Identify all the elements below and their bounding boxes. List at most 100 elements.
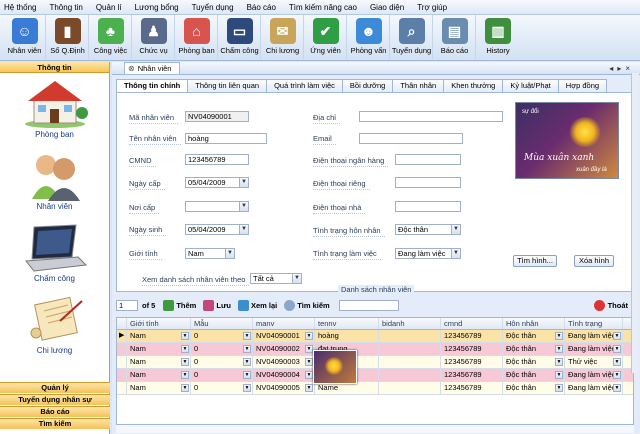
col-header-tennv[interactable]: tennv [315,318,379,329]
table-cell[interactable]: 123456789 [441,356,503,368]
chevron-down-icon[interactable]: ▼ [613,332,621,340]
col-header-mau[interactable]: Mẫu [191,318,253,329]
chevron-down-icon[interactable]: ▼ [181,358,189,366]
toolbar-history-button[interactable]: ▥ History [477,15,519,59]
filter-select[interactable]: Tất cả ▼ [250,273,302,284]
exit-button[interactable]: Thoát [593,299,628,311]
table-cell[interactable]: Nam ▼ [127,330,191,342]
dt-ngan-hang-field[interactable] [395,154,461,165]
chevron-down-icon[interactable]: ▼ [555,371,563,379]
chevron-down-icon[interactable]: ▼ [243,332,251,340]
chevron-down-icon[interactable]: ▼ [613,371,621,379]
table-cell[interactable]: hoàng [315,330,379,342]
col-header-manv[interactable]: manv [253,318,315,329]
table-row[interactable]: ▶ Nam ▼ 0 ▼ NV04090001 ▼ hoàng 123456789 Độc thân… [117,330,633,343]
nav-item-nhan-vien[interactable]: Nhân viên [0,145,109,217]
table-cell[interactable]: 0 ▼ [191,382,253,394]
toolbar-cong-viec-button[interactable]: ♣ Công việc [90,15,132,59]
table-row[interactable]: Nam ▼ 0 ▼ NV04090004 ▼ 123456789 Độc thân ▼ Đang … [117,369,633,382]
table-cell[interactable]: 123456789 [441,369,503,381]
table-cell[interactable]: Độc thân ▼ [503,369,565,381]
col-header-bidanh[interactable]: bidanh [379,318,441,329]
nav-item-phong-ban[interactable]: Phòng ban [0,73,109,145]
table-cell[interactable]: NV04090003 ▼ [253,356,315,368]
save-button[interactable]: Lưu [203,299,231,311]
chevron-down-icon[interactable]: ▼ [305,371,313,379]
hon-nhan-select[interactable]: Độc thân ▼ [395,224,461,235]
chevron-down-icon[interactable]: ▼ [555,345,563,353]
chevron-down-icon[interactable]: ▼ [243,358,251,366]
window-controls[interactable]: ◂▸× [609,64,634,73]
table-cell[interactable]: Độc thân ▼ [503,382,565,394]
tab-boi-duong[interactable]: Bồi dưỡng [341,79,394,92]
table-cell[interactable]: Độc thân ▼ [503,356,565,368]
search-input[interactable] [338,299,399,311]
lam-viec-select[interactable]: Đang làm việc ▼ [395,248,461,259]
nav-group-tuyen-dung[interactable]: Tuyển dụng nhân sự [0,394,110,405]
gioi-tinh-select[interactable]: Nam ▼ [185,248,235,259]
table-cell[interactable]: 123456789 [441,382,503,394]
delete-photo-button[interactable]: Xóa hình [574,255,614,267]
toolbar-phong-ban-button[interactable]: ⌂ Phòng ban [176,15,218,59]
nav-item-chi-luong[interactable]: Chi lương [0,289,109,361]
chevron-down-icon[interactable]: ▼ [613,384,621,392]
dia-chi-field[interactable] [359,111,503,122]
menu-he-thong[interactable]: Hệ thống [4,3,36,12]
nav-header-thong-tin[interactable]: Thông tin [0,62,109,73]
chevron-down-icon[interactable]: ▼ [239,202,248,211]
toolbar-chi-luong-button[interactable]: ✉ Chi lương [262,15,304,59]
table-cell[interactable]: Đang làm việc ▼ [565,382,623,394]
chevron-down-icon[interactable]: ▼ [613,358,621,366]
toolbar-bao-cao-button[interactable]: ▤ Báo cáo [434,15,476,59]
cmnd-field[interactable]: 123456789 [185,154,249,165]
menu-giao-dien[interactable]: Giao diện [370,3,404,12]
doc-tab-nhan-vien[interactable]: ⊗ Nhân viên [124,62,181,74]
table-cell[interactable] [379,369,441,381]
table-cell[interactable]: Nam ▼ [127,356,191,368]
chevron-down-icon[interactable]: ▼ [181,332,189,340]
dt-nha-field[interactable] [395,201,461,212]
table-cell[interactable]: Nam ▼ [127,343,191,355]
chevron-down-icon[interactable]: ▼ [239,178,248,187]
menu-quan-li[interactable]: Quản lí [96,3,122,12]
ten-nv-field[interactable]: hoàng [185,133,267,144]
table-cell[interactable]: NV04090005 ▼ [253,382,315,394]
page-input[interactable]: 1 [116,299,138,311]
tab-hop-dong[interactable]: Hợp đồng [557,79,608,92]
table-cell[interactable]: Đang làm việc ▼ [565,369,623,381]
toolbar-nhan-vien-button[interactable]: ☺ Nhân viên [4,15,46,59]
chevron-down-icon[interactable]: ▼ [243,371,251,379]
table-cell[interactable]: 0 ▼ [191,330,253,342]
table-row[interactable]: Nam ▼ 0 ▼ NV04090005 ▼ Name 123456789 Độc thân ▼ Đ… [117,382,633,395]
chevron-down-icon[interactable]: ▼ [243,345,251,353]
table-cell[interactable]: Thử việc ▼ [565,356,623,368]
chevron-down-icon[interactable]: ▼ [225,249,234,258]
chevron-down-icon[interactable]: ▼ [292,274,301,283]
table-cell[interactable]: 0 ▼ [191,343,253,355]
find-photo-button[interactable]: Tìm hình... [513,255,557,267]
menu-tuyen-dung[interactable]: Tuyển dụng [192,3,234,12]
ma-nv-field[interactable]: NV04090001 [185,111,249,122]
menu-luong-bong[interactable]: Lương bổng [135,3,179,12]
nav-item-cham-cong[interactable]: Chấm công [0,217,109,289]
chevron-down-icon[interactable]: ▼ [613,345,621,353]
nav-group-tim-kiem[interactable]: Tìm kiếm [0,418,110,429]
toolbar-chuc-vu-button[interactable]: ♟ Chức vụ [133,15,175,59]
chevron-down-icon[interactable]: ▼ [451,249,460,258]
toolbar-tuyen-dung-button[interactable]: ⌕ Tuyển dụng [391,15,433,59]
table-cell[interactable] [379,330,441,342]
table-cell[interactable]: Đang làm việc ▼ [565,330,623,342]
chevron-down-icon[interactable]: ▼ [305,384,313,392]
chevron-down-icon[interactable]: ▼ [181,345,189,353]
tab-khen-thuong[interactable]: Khen thưởng [443,79,504,92]
table-cell[interactable]: NV04090004 ▼ [253,369,315,381]
toolbar-phong-van-button[interactable]: ☻ Phỏng vấn [348,15,390,59]
table-cell[interactable] [379,356,441,368]
table-cell[interactable]: 0 ▼ [191,356,253,368]
table-cell[interactable]: 123456789 [441,343,503,355]
chevron-down-icon[interactable]: ▼ [305,358,313,366]
tab-qua-trinh-lam-viec[interactable]: Quá trình làm việc [266,79,343,92]
ngay-sinh-picker[interactable]: 05/04/2009 ▼ [185,224,249,235]
table-row[interactable]: Nam ▼ 0 ▼ NV04090002 ▼ đạt trung 123456789 Độc t… [117,343,633,356]
toolbar-so-qdinh-button[interactable]: ▮ Sổ Q.Định [47,15,89,59]
